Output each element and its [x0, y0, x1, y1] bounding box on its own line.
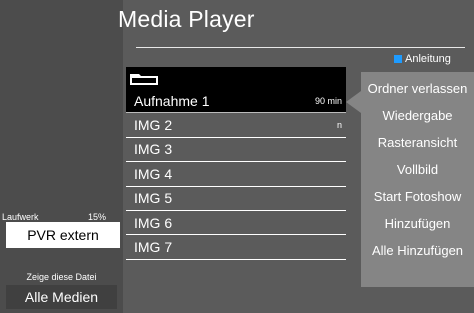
filter-selector[interactable]: Alle Medien	[6, 285, 117, 309]
list-item[interactable]: IMG 7	[126, 235, 346, 260]
drive-usage: 15%	[87, 212, 106, 222]
menu-item-play[interactable]: Wiedergabe	[361, 102, 474, 129]
file-list: Aufnahme 1 90 min IMG 2 n IMG 3 IMG 4 IM…	[126, 67, 346, 260]
folder-header[interactable]	[126, 67, 346, 89]
blue-key-icon	[394, 55, 402, 63]
list-item-name: IMG 3	[134, 141, 173, 158]
filter-label: Zeige diese Datei	[26, 272, 97, 282]
list-item-name: IMG 5	[134, 190, 173, 207]
menu-item-add-all[interactable]: Alle Hinzufügen	[361, 237, 474, 264]
list-item[interactable]: IMG 4	[126, 162, 346, 187]
menu-pointer	[346, 91, 361, 113]
list-item-duration: 90 min	[314, 95, 342, 106]
drive-label-row: Laufwerk 15%	[2, 212, 106, 222]
list-item-name: Aufnahme 1	[134, 92, 210, 109]
left-panel	[0, 0, 123, 313]
list-item[interactable]: IMG 6	[126, 211, 346, 236]
page-title: Media Player	[118, 6, 255, 32]
folder-icon	[130, 74, 158, 85]
menu-item-fullscreen[interactable]: Vollbild	[361, 156, 474, 183]
list-item[interactable]: IMG 2 n	[126, 113, 346, 138]
drive-selector[interactable]: PVR extern	[6, 222, 120, 248]
context-menu: Ordner verlassen Wiedergabe Rasteransich…	[361, 72, 474, 287]
list-item-name: IMG 7	[134, 239, 173, 256]
list-item-name: IMG 2	[134, 117, 173, 134]
drive-label: Laufwerk	[2, 212, 39, 222]
title-divider	[136, 47, 465, 48]
list-item[interactable]: IMG 3	[126, 138, 346, 163]
list-item-name: IMG 6	[134, 214, 173, 231]
menu-item-slideshow[interactable]: Start Fotoshow	[361, 183, 474, 210]
list-item[interactable]: IMG 5	[126, 187, 346, 211]
list-item-meta: n	[336, 120, 342, 131]
menu-item-add[interactable]: Hinzufügen	[361, 210, 474, 237]
menu-item-leave-folder[interactable]: Ordner verlassen	[361, 75, 474, 102]
menu-item-grid-view[interactable]: Rasteransicht	[361, 129, 474, 156]
help-label: Anleitung	[405, 53, 451, 65]
list-item-name: IMG 4	[134, 165, 173, 182]
list-item[interactable]: Aufnahme 1 90 min	[126, 89, 346, 114]
help-hint[interactable]: Anleitung	[394, 53, 451, 65]
